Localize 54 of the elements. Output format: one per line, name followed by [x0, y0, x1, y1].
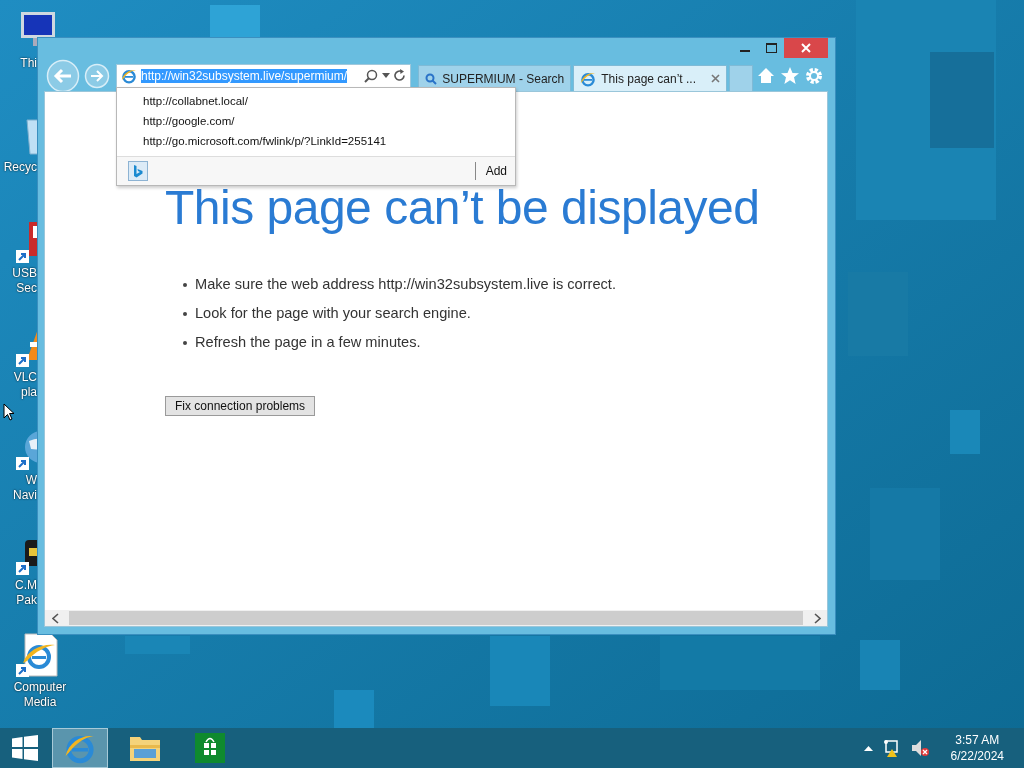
- search-icon[interactable]: [364, 68, 379, 83]
- bullet-icon: [183, 311, 187, 316]
- error-heading: This page can’t be displayed: [165, 180, 761, 236]
- muted-speaker-icon[interactable]: [910, 739, 929, 757]
- suggestion-item[interactable]: http://collabnet.local/: [117, 91, 515, 111]
- icon-label: Thi: [20, 56, 37, 71]
- horizontal-scrollbar[interactable]: [45, 610, 827, 626]
- suggestion-text: Refresh the page in a few minutes.: [195, 333, 421, 352]
- suggestion-item[interactable]: http://google.com/: [117, 111, 515, 131]
- icon-label: USB: [12, 266, 37, 281]
- wallpaper-square: [334, 690, 374, 728]
- fix-connection-button[interactable]: Fix connection problems: [165, 396, 316, 416]
- page-icon: [121, 67, 137, 84]
- clock-time: 3:57 AM: [955, 732, 1000, 748]
- wallpaper-square: [950, 410, 980, 454]
- clock-date: 6/22/2024: [950, 748, 1004, 764]
- icon-label: W: [25, 473, 37, 488]
- caret-up-icon[interactable]: [863, 745, 873, 751]
- caret-icon[interactable]: [382, 73, 391, 78]
- refresh-icon[interactable]: [394, 69, 407, 82]
- wallpaper-square: [210, 5, 260, 37]
- icon-label: pla: [21, 385, 37, 400]
- cursor-icon: [3, 403, 15, 421]
- suggestion-text: Make sure the web address http://win32subsystem.live is correct.: [195, 275, 616, 294]
- store-icon[interactable]: [195, 733, 225, 763]
- wallpaper-square: [490, 636, 550, 706]
- suggestion-item[interactable]: http://go.microsoft.com/fwlink/p/?LinkId=255141: [117, 131, 515, 151]
- icon-label: Navi: [13, 488, 37, 503]
- network-warning-icon[interactable]: [882, 739, 901, 757]
- close-icon[interactable]: [801, 43, 811, 53]
- add-button[interactable]: Add: [474, 162, 515, 180]
- page-icon: [580, 70, 597, 87]
- suggestion-text: Look for the page with your search engine.: [195, 304, 471, 323]
- wallpaper-square: [860, 640, 900, 690]
- icon-label: Computer: [13, 680, 67, 695]
- browser-tab[interactable]: SUPERMIUM - Search: [418, 65, 572, 91]
- icon-label: C.M: [15, 578, 37, 593]
- close-button[interactable]: [784, 38, 828, 58]
- icon-label: Media: [23, 695, 57, 710]
- icon-label: Pak: [16, 593, 37, 608]
- browser-tab[interactable]: This page can’t ...: [573, 65, 727, 91]
- icon-label: Recyc: [3, 160, 37, 175]
- wallpaper-square: [125, 636, 190, 654]
- close-tab-icon[interactable]: [711, 74, 720, 83]
- icon-label: VLC: [13, 370, 37, 385]
- star-icon[interactable]: [781, 66, 799, 84]
- bullet-icon: [183, 282, 187, 287]
- maximize-icon[interactable]: [765, 43, 777, 53]
- search-provider-icon[interactable]: [128, 161, 148, 181]
- address-text: http://win32subsystem.live/supermium/: [141, 68, 348, 83]
- windows-logo-icon[interactable]: [12, 735, 38, 761]
- search-icon: [425, 72, 438, 85]
- icon-label: Sec: [16, 281, 37, 296]
- bullet-icon: [183, 340, 187, 345]
